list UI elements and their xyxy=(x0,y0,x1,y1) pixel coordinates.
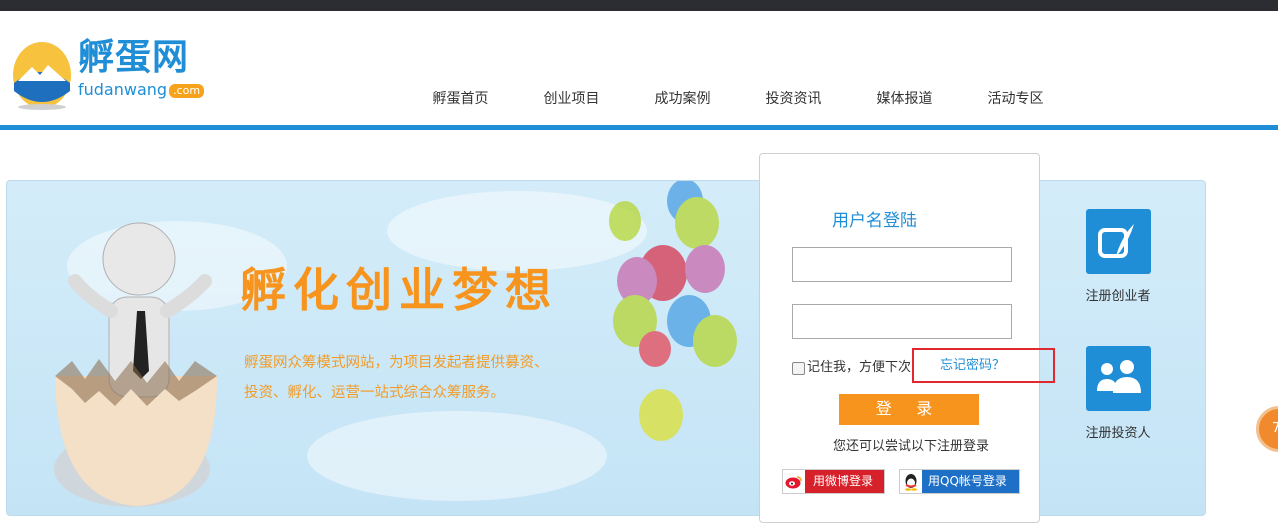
main-nav: 孵蛋首页 创业项目 成功案例 投资资讯 媒体报道 活动专区 xyxy=(405,89,1071,109)
logo-domain-text: fudanwang xyxy=(78,80,168,99)
password-input[interactable] xyxy=(792,304,1012,339)
banner-slogan: 孵化创业梦想 xyxy=(240,263,558,317)
weibo-login-button[interactable]: 用微博登录 xyxy=(782,469,885,494)
banner-description-line: 孵蛋网众筹模式网站，为项目发起者提供募资、 xyxy=(244,355,549,371)
header-divider xyxy=(0,125,1278,130)
banner-description: 孵蛋网众筹模式网站，为项目发起者提供募资、 投资、孵化、运营一站式综合众筹服务。 xyxy=(244,348,589,408)
weibo-icon xyxy=(783,470,805,493)
register-entrepreneur-label: 注册创业者 xyxy=(1085,289,1151,304)
register-investor-label: 注册投资人 xyxy=(1085,426,1151,441)
remember-me[interactable]: 记住我，方便下次 xyxy=(792,360,911,376)
logo-title: 孵蛋网 xyxy=(78,37,190,78)
cloud-shape xyxy=(307,411,607,501)
qq-icon xyxy=(900,470,922,493)
logo-domain: fudanwang .com xyxy=(78,80,205,99)
user-group-icon xyxy=(1085,346,1151,411)
logo-tld: .com xyxy=(169,84,205,98)
alt-login-hint: 您还可以尝试以下注册登录 xyxy=(833,439,990,454)
login-button[interactable]: 登 录 xyxy=(839,394,979,425)
username-input[interactable] xyxy=(792,247,1012,282)
quill-pen-icon xyxy=(1085,209,1151,274)
qq-login-label: 用QQ帐号登录 xyxy=(922,470,1019,493)
nav-investment-news[interactable]: 投资资讯 xyxy=(738,89,849,109)
login-panel: 用户名登陆 记住我，方便下次 忘记密码？ 登 录 您还可以尝试以下注册登录 用微… xyxy=(759,153,1055,523)
remember-checkbox[interactable] xyxy=(792,361,805,375)
nav-projects[interactable]: 创业项目 xyxy=(516,89,627,109)
floating-badge[interactable]: 76 xyxy=(1256,406,1278,452)
egg-logo-icon xyxy=(13,42,71,110)
top-bar xyxy=(0,0,1278,11)
balloons-illustration xyxy=(609,181,737,441)
register-investor[interactable]: 注册投资人 xyxy=(1068,346,1168,443)
forgot-password-link[interactable]: 忘记密码？ xyxy=(912,348,1055,383)
weibo-login-label: 用微博登录 xyxy=(805,470,884,493)
login-title: 用户名登陆 xyxy=(832,211,917,231)
site-logo[interactable]: 孵蛋网 fudanwang .com xyxy=(12,31,212,111)
remember-label: 记住我，方便下次 xyxy=(807,360,912,375)
nav-media[interactable]: 媒体报道 xyxy=(849,89,960,109)
nav-home[interactable]: 孵蛋首页 xyxy=(405,89,516,109)
register-entrepreneur[interactable]: 注册创业者 xyxy=(1068,209,1168,306)
hatching-mascot-illustration xyxy=(54,222,217,507)
qq-login-button[interactable]: 用QQ帐号登录 xyxy=(899,469,1020,494)
nav-events[interactable]: 活动专区 xyxy=(960,89,1071,109)
banner-description-line: 投资、孵化、运营一站式综合众筹服务。 xyxy=(244,385,505,401)
nav-cases[interactable]: 成功案例 xyxy=(627,89,738,109)
site-header: 孵蛋网 fudanwang .com 孵蛋首页 创业项目 成功案例 投资资讯 媒体… xyxy=(0,11,1278,126)
